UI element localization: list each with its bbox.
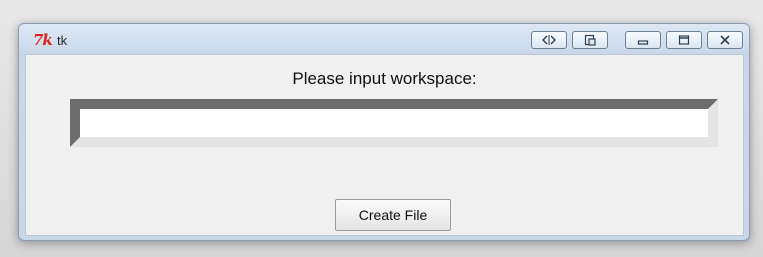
minimize-icon bbox=[637, 40, 649, 45]
window-content: Please input workspace: Create File bbox=[25, 54, 744, 236]
panel-toggle-icon bbox=[542, 35, 556, 45]
restore-window-button[interactable] bbox=[572, 31, 608, 49]
panel-toggle-button[interactable] bbox=[531, 31, 567, 49]
minimize-button[interactable] bbox=[625, 31, 661, 49]
maximize-button[interactable] bbox=[666, 31, 702, 49]
title-bar[interactable]: 7k tk bbox=[19, 24, 749, 54]
workspace-input[interactable] bbox=[80, 109, 708, 137]
workspace-prompt-label: Please input workspace: bbox=[292, 69, 477, 88]
tk-feather-icon: 7k bbox=[33, 31, 53, 49]
close-icon bbox=[720, 35, 730, 45]
workspace-input-frame bbox=[70, 99, 718, 147]
create-file-button[interactable]: Create File bbox=[335, 199, 451, 231]
close-button[interactable] bbox=[707, 31, 743, 49]
window-title: tk bbox=[57, 33, 68, 48]
restore-window-icon bbox=[584, 34, 596, 46]
maximize-icon bbox=[678, 35, 690, 45]
tk-window: 7k tk Please input workspace: Create Fil… bbox=[18, 23, 750, 241]
